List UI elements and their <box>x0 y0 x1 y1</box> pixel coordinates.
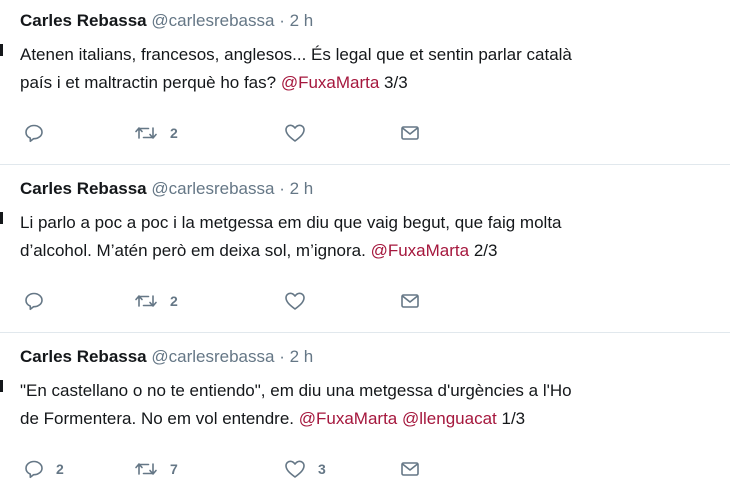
header-separator: · <box>279 11 285 30</box>
reply-button[interactable] <box>24 122 56 144</box>
author-name[interactable]: Carles Rebassa <box>20 179 147 198</box>
direct-message-icon <box>401 462 419 476</box>
author-name[interactable]: Carles Rebassa <box>20 347 147 366</box>
mention-link[interactable]: @FuxaMarta <box>281 73 380 92</box>
tweet-text-segment: 1/3 <box>496 409 526 428</box>
tweet-timestamp[interactable]: 2 h <box>290 11 314 30</box>
tweet-text-segment: 3/3 <box>379 73 408 92</box>
retweet-button[interactable]: 2 <box>134 122 178 144</box>
tweet-timestamp[interactable]: 2 h <box>290 347 314 366</box>
tweet-actions: 2 <box>20 290 460 312</box>
tweet-text-line: Atenen italians, francesos, anglesos... … <box>20 45 572 64</box>
like-icon <box>285 292 305 310</box>
tweet-text-line: "En castellano o no te entiendo", em diu… <box>20 381 572 400</box>
tweet-text-segment: 2/3 <box>469 241 498 260</box>
header-separator: · <box>279 347 285 366</box>
like-button[interactable] <box>284 290 318 312</box>
author-handle[interactable]: @carlesrebassa <box>151 347 274 366</box>
direct-message-icon <box>401 126 419 140</box>
direct-message-button[interactable] <box>400 290 420 312</box>
thread-connector <box>0 44 3 56</box>
like-icon <box>285 124 305 142</box>
reply-icon <box>25 292 43 311</box>
tweet-divider <box>0 332 730 333</box>
reply-button[interactable] <box>24 290 56 312</box>
direct-message-icon <box>401 294 419 308</box>
tweet-header: Carles Rebassa @carlesrebassa · 2 h <box>20 10 313 32</box>
tweet[interactable]: Carles Rebassa @carlesrebassa · 2 h Li p… <box>0 166 730 330</box>
mention-link[interactable]: @llenguacat <box>402 409 497 428</box>
retweet-icon <box>135 463 157 475</box>
like-button[interactable] <box>284 122 318 144</box>
reply-icon <box>25 460 43 479</box>
retweet-button[interactable]: 7 <box>134 458 178 480</box>
retweet-count: 7 <box>170 461 178 477</box>
direct-message-button[interactable] <box>400 458 420 480</box>
like-icon <box>285 460 305 478</box>
tweet-text-line: d’alcohol. M’atén però em deixa sol, m’i… <box>20 237 730 265</box>
author-name[interactable]: Carles Rebassa <box>20 11 147 30</box>
mention-link[interactable]: @FuxaMarta <box>371 241 470 260</box>
reply-button[interactable]: 2 <box>24 458 64 480</box>
header-separator: · <box>279 179 285 198</box>
tweet-text: "En castellano o no te entiendo", em diu… <box>20 377 730 433</box>
tweet-text-segment: país i et maltractin perquè ho fas? <box>20 73 281 92</box>
author-handle[interactable]: @carlesrebassa <box>151 179 274 198</box>
tweet[interactable]: Carles Rebassa @carlesrebassa · 2 h Aten… <box>0 0 730 162</box>
reply-count: 2 <box>56 461 64 477</box>
tweet-text-segment: de Formentera. No em vol entendre. <box>20 409 299 428</box>
tweet-actions: 2 7 3 <box>20 458 460 480</box>
tweet-text-line: país i et maltractin perquè ho fas? @Fux… <box>20 69 730 97</box>
retweet-button[interactable]: 2 <box>134 290 178 312</box>
tweet[interactable]: Carles Rebassa @carlesrebassa · 2 h "En … <box>0 334 730 498</box>
thread-connector <box>0 212 3 224</box>
mention-link[interactable]: @FuxaMarta <box>299 409 398 428</box>
tweet-text-line: Li parlo a poc a poc i la metgessa em di… <box>20 213 562 232</box>
tweet-text: Atenen italians, francesos, anglesos... … <box>20 41 730 97</box>
reply-icon <box>25 124 43 143</box>
tweet-header: Carles Rebassa @carlesrebassa · 2 h <box>20 346 313 368</box>
like-count: 3 <box>318 461 326 477</box>
tweet-timestamp[interactable]: 2 h <box>290 179 314 198</box>
retweet-icon <box>135 295 157 307</box>
tweet-text: Li parlo a poc a poc i la metgessa em di… <box>20 209 730 265</box>
author-handle[interactable]: @carlesrebassa <box>151 11 274 30</box>
like-button[interactable]: 3 <box>284 458 326 480</box>
direct-message-button[interactable] <box>400 122 420 144</box>
tweet-actions: 2 <box>20 122 460 144</box>
retweet-icon <box>135 127 157 139</box>
thread-connector <box>0 380 3 392</box>
tweet-text-line: de Formentera. No em vol entendre. @Fuxa… <box>20 405 730 433</box>
tweet-text-segment: d’alcohol. M’atén però em deixa sol, m’i… <box>20 241 371 260</box>
tweet-header: Carles Rebassa @carlesrebassa · 2 h <box>20 178 313 200</box>
retweet-count: 2 <box>170 293 178 309</box>
retweet-count: 2 <box>170 125 178 141</box>
tweet-divider <box>0 164 730 165</box>
